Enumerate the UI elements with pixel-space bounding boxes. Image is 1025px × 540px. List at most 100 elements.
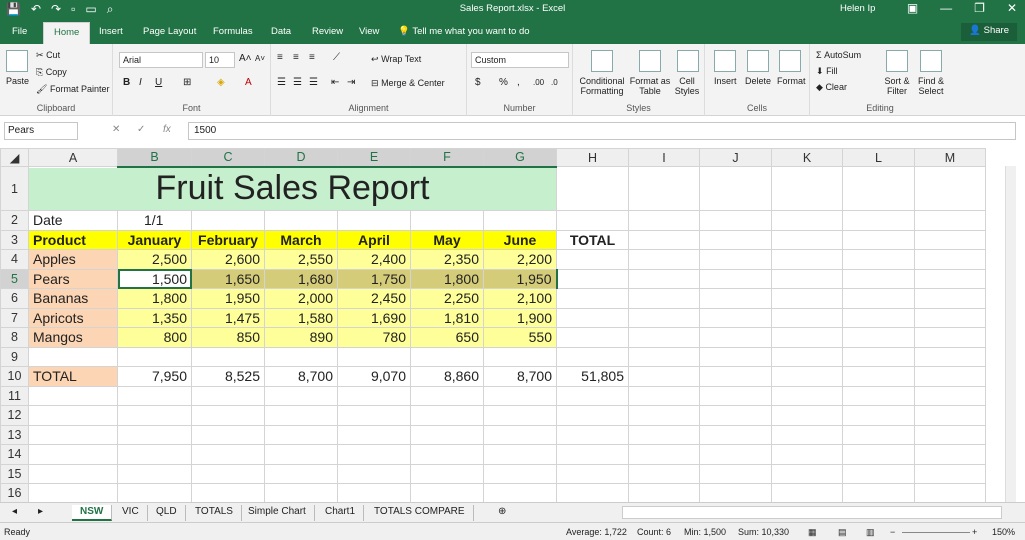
delete-cells-icon[interactable] (747, 50, 769, 72)
cell[interactable] (771, 327, 843, 348)
row-header[interactable]: 2 (0, 210, 29, 231)
new-sheet-icon[interactable]: ⊕ (490, 505, 514, 521)
align-top-icon[interactable]: ≡ (277, 52, 283, 63)
format-table-icon[interactable] (639, 50, 661, 72)
value-cell[interactable]: 2,100 (483, 288, 557, 309)
cell[interactable] (914, 444, 986, 465)
product-cell[interactable]: Bananas (28, 288, 118, 309)
cell[interactable] (914, 385, 986, 406)
selected-cell[interactable]: 1,950 (483, 268, 558, 289)
italic-icon[interactable]: I (139, 77, 142, 88)
cell[interactable] (410, 210, 484, 231)
select-all-corner[interactable]: ◢ (0, 148, 29, 167)
comma-icon[interactable]: , (517, 77, 520, 88)
tab-home[interactable]: Home (43, 22, 91, 44)
conditional-formatting-button[interactable]: Conditional Formatting (577, 76, 627, 96)
cell[interactable] (483, 385, 557, 406)
cell[interactable] (264, 210, 338, 231)
col-header-c[interactable]: C (191, 148, 265, 168)
header-cell[interactable]: Product (28, 229, 118, 250)
cell[interactable] (914, 424, 986, 445)
percent-icon[interactable]: % (499, 77, 508, 88)
value-cell[interactable]: 1,800 (117, 288, 192, 309)
value-cell[interactable]: 1,690 (337, 307, 411, 328)
cell[interactable] (556, 346, 629, 367)
cell[interactable] (771, 288, 843, 309)
value-cell[interactable]: 2,400 (337, 249, 411, 270)
col-header-a[interactable]: A (28, 148, 118, 167)
zoom-out-icon[interactable]: − (890, 527, 895, 537)
cell[interactable] (771, 346, 843, 367)
cell[interactable] (337, 483, 411, 502)
formula-input[interactable]: 1500 (188, 122, 1016, 140)
clear-button[interactable]: ◆ Clear (816, 82, 847, 93)
tell-me-search[interactable]: 💡 Tell me what you want to do (398, 26, 530, 37)
cell[interactable] (264, 405, 338, 426)
col-header-f[interactable]: F (410, 148, 484, 168)
conditional-formatting-icon[interactable] (591, 50, 613, 72)
row-header[interactable]: 3 (0, 229, 29, 250)
col-header-m[interactable]: M (914, 148, 986, 167)
cell[interactable] (628, 405, 700, 426)
cell[interactable] (483, 444, 557, 465)
cell[interactable] (628, 366, 700, 387)
cell[interactable] (699, 229, 772, 250)
selected-cell[interactable]: 1,750 (337, 268, 411, 289)
cell[interactable] (699, 327, 772, 348)
col-header-g[interactable]: G (483, 148, 557, 168)
average-status[interactable]: Average: 1,722 (566, 527, 627, 537)
cell[interactable] (556, 385, 629, 406)
cell[interactable] (28, 424, 118, 445)
cell[interactable] (771, 385, 843, 406)
value-cell[interactable]: 550 (483, 327, 557, 348)
cell[interactable] (556, 463, 629, 484)
active-cell[interactable]: 1,500 (117, 268, 192, 289)
cell[interactable] (699, 307, 772, 328)
cell[interactable] (628, 307, 700, 328)
vertical-scrollbar[interactable] (1005, 166, 1016, 502)
value-cell[interactable]: 2,500 (117, 249, 192, 270)
total-cell[interactable]: 8,700 (264, 366, 338, 387)
cell[interactable] (483, 424, 557, 445)
cell[interactable] (914, 405, 986, 426)
total-header-cell[interactable]: TOTAL (556, 229, 629, 250)
align-right-icon[interactable]: ☰ (309, 77, 318, 88)
horizontal-scrollbar[interactable] (622, 506, 1002, 519)
find-select-button[interactable]: Find & Select (914, 76, 948, 96)
align-bottom-icon[interactable]: ≡ (309, 52, 315, 63)
tab-view[interactable]: View (359, 26, 379, 37)
cell[interactable] (842, 307, 915, 328)
row-header[interactable]: 11 (0, 385, 29, 406)
col-header-l[interactable]: L (842, 148, 915, 167)
total-cell[interactable]: 8,860 (410, 366, 484, 387)
sheet-tab-totals[interactable]: TOTALS (187, 505, 242, 521)
cell[interactable] (483, 210, 557, 231)
cell[interactable] (699, 463, 772, 484)
sort-filter-icon[interactable] (886, 50, 908, 72)
value-cell[interactable]: 1,950 (191, 288, 265, 309)
value-cell[interactable]: 2,250 (410, 288, 484, 309)
cell[interactable] (191, 424, 265, 445)
row-header[interactable]: 7 (0, 307, 29, 328)
cell[interactable] (771, 483, 843, 502)
cell[interactable] (842, 327, 915, 348)
cell[interactable] (628, 166, 700, 211)
cell[interactable] (28, 444, 118, 465)
total-cell[interactable]: 8,700 (483, 366, 557, 387)
cell[interactable] (842, 229, 915, 250)
wrap-text-button[interactable]: ↩ Wrap Text (371, 54, 421, 65)
total-cell[interactable]: 8,525 (191, 366, 265, 387)
insert-function-icon[interactable]: fx (163, 124, 171, 135)
cell[interactable] (264, 385, 338, 406)
cell[interactable] (699, 166, 772, 211)
zoom-slider[interactable] (902, 532, 970, 533)
cell[interactable] (556, 327, 629, 348)
cell[interactable] (699, 385, 772, 406)
value-cell[interactable]: 1,475 (191, 307, 265, 328)
row-header[interactable]: 12 (0, 405, 29, 426)
cell[interactable] (842, 444, 915, 465)
cell[interactable] (699, 288, 772, 309)
cell[interactable] (628, 424, 700, 445)
cell[interactable] (628, 346, 700, 367)
restore-icon[interactable]: ❐ (974, 1, 985, 15)
